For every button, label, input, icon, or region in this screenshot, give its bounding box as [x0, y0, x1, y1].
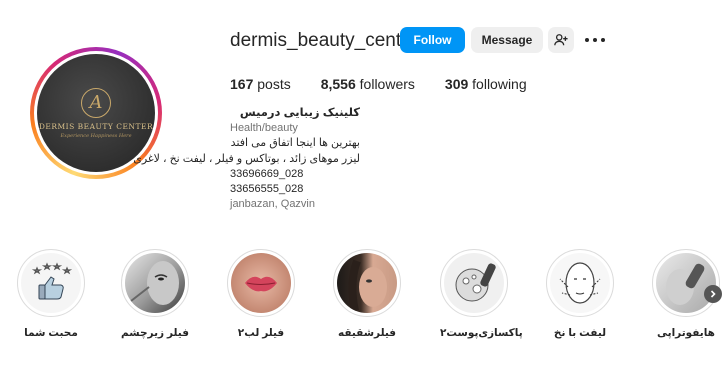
- phone-number: 33696669_028: [230, 167, 304, 180]
- highlight-cover: [550, 253, 610, 313]
- following-stat[interactable]: 309 following: [445, 76, 527, 92]
- highlights-next-button[interactable]: [704, 285, 722, 303]
- logo-brand-text: DERMIS BEAUTY CENTER: [38, 121, 154, 131]
- highlight-item[interactable]: محبت شما: [17, 249, 85, 339]
- highlight-cover: [656, 253, 716, 313]
- posts-stat[interactable]: 167 posts: [230, 76, 291, 92]
- followers-stat[interactable]: 8,556 followers: [321, 76, 415, 92]
- logo-tagline: Experience Happiness Here: [60, 132, 132, 139]
- highlight-label: فیلرشقیقه: [337, 327, 397, 339]
- person-plus-icon: [554, 34, 568, 46]
- highlight-item[interactable]: پاکسازی‌پوست۲: [440, 249, 523, 339]
- profile-bio: کلینیک زیبایی درمیس Health/beauty بهترین…: [133, 106, 360, 212]
- ellipsis-icon: [585, 38, 589, 42]
- phone-number: 33656555_028: [230, 183, 304, 196]
- profile-stats: 167 posts 8,556 followers 309 following: [230, 76, 557, 92]
- highlight-label: هایفوتراپی: [657, 327, 715, 339]
- bio-line: لیزر موهای زائد ، بوتاکس و فیلر ، لیفت ن…: [133, 152, 360, 165]
- highlight-label: محبت شما: [24, 327, 78, 339]
- location-text[interactable]: janbazan, Qazvin: [230, 197, 360, 212]
- display-name: کلینیک زیبایی درمیس: [239, 107, 360, 119]
- highlight-cover: [21, 253, 81, 313]
- highlight-item[interactable]: فیلر لب۲: [227, 249, 295, 339]
- message-button[interactable]: Message: [471, 27, 543, 53]
- highlight-cover: [337, 253, 397, 313]
- highlight-item[interactable]: فیلر زیرچشم: [121, 249, 189, 339]
- suggest-user-button[interactable]: [548, 27, 574, 53]
- highlight-cover: [125, 253, 185, 313]
- highlight-label: فیلر لب۲: [237, 327, 285, 339]
- follow-button[interactable]: Follow: [400, 27, 465, 53]
- highlight-cover: [231, 253, 291, 313]
- highlight-label: لیفت با نخ: [553, 327, 607, 339]
- bio-line: بهترین ها اینجا اتفاق می افتد: [230, 137, 360, 150]
- logo-monogram: A: [81, 87, 111, 118]
- highlight-label: پاکسازی‌پوست۲: [440, 327, 523, 339]
- highlight-cover: [444, 253, 504, 313]
- username: dermis_beauty_center: [230, 30, 418, 51]
- chevron-right-icon: [710, 290, 716, 298]
- category-label: Health/beauty: [230, 122, 298, 135]
- more-options-button[interactable]: [585, 30, 605, 50]
- highlight-item[interactable]: فیلرشقیقه: [333, 249, 401, 339]
- highlight-label: فیلر زیرچشم: [121, 327, 189, 339]
- highlight-item[interactable]: لیفت با نخ: [546, 249, 614, 339]
